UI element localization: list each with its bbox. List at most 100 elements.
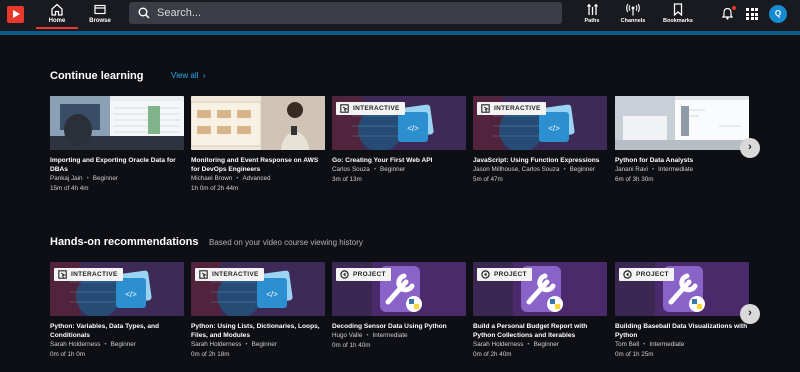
course-progress: 0m of 1h 0m (50, 351, 85, 358)
course-meta: Michael Brown • Advanced (191, 175, 271, 182)
course-thumbnail[interactable] (615, 96, 749, 150)
nav-paths-button[interactable]: Paths (581, 2, 603, 28)
chevron-right-icon: › (202, 71, 206, 80)
course-meta: Sarah Holderness • Beginner (191, 341, 277, 348)
paths-icon (586, 3, 598, 15)
badge-label: INTERACTIVE (71, 271, 118, 278)
course-author: Sarah Holderness (191, 341, 242, 348)
course-meta: Hugo Valle • Intermediate (332, 332, 408, 339)
course-author: Sarah Holderness (473, 341, 524, 348)
course-card[interactable]: PROJECT Decoding Sensor Data Using Python… (332, 262, 466, 372)
separator-dot: • (245, 341, 248, 348)
search-input[interactable] (157, 2, 537, 24)
course-meta: Janani Ravi • Intermediate (615, 166, 693, 173)
course-title[interactable]: Python: Using Lists, Dictionaries, Loops… (191, 322, 325, 340)
interactive-badge-icon (340, 104, 349, 113)
course-author: Sarah Holderness (50, 341, 101, 348)
course-thumbnail[interactable]: </> INTERACTIVE (191, 262, 325, 316)
separator-dot: • (86, 175, 89, 182)
course-progress: 0m of 2h 40m (473, 351, 512, 358)
course-title[interactable]: Building Baseball Data Visualizations wi… (615, 322, 749, 340)
course-card[interactable]: </> INTERACTIVE Python: Variables, Data Ty… (50, 262, 184, 372)
course-meta: Carlos Souza • Beginner (332, 166, 405, 173)
chevron-right-icon: › (748, 141, 752, 153)
course-level: Intermediate (649, 341, 685, 348)
user-avatar[interactable]: Q (769, 5, 787, 23)
course-thumbnail[interactable]: PROJECT (473, 262, 607, 316)
course-title[interactable]: Importing and Exporting Oracle Data for … (50, 156, 184, 174)
header-stripe (0, 31, 800, 35)
carousel-next-button-2[interactable]: › (740, 304, 760, 324)
course-level: Beginner (569, 166, 595, 173)
course-title[interactable]: Build a Personal Budget Report with Pyth… (473, 322, 607, 340)
course-progress: 0m of 1h 40m (332, 342, 371, 349)
project-badge-icon (481, 270, 490, 279)
course-title[interactable]: Python: Variables, Data Types, and Condi… (50, 322, 184, 340)
nav-bookmarks-label: Bookmarks (663, 18, 693, 24)
separator-dot: • (236, 175, 239, 182)
search-bar[interactable] (129, 2, 562, 24)
course-level: Beginner (533, 341, 559, 348)
course-meta: Sarah Holderness • Beginner (473, 341, 559, 348)
course-card[interactable]: PROJECT Building Baseball Data Visualizat… (615, 262, 749, 372)
course-level: Beginner (251, 341, 277, 348)
pluralsight-logo-icon[interactable] (7, 6, 24, 23)
browse-icon (94, 4, 106, 15)
course-author: Janani Ravi (615, 166, 648, 173)
course-card[interactable]: PROJECT Build a Personal Budget Report wi… (473, 262, 607, 372)
nav-browse-button[interactable]: Browse (79, 2, 121, 28)
nav-home-label: Home (48, 18, 66, 24)
separator-dot: • (527, 341, 530, 348)
home-icon (51, 3, 63, 16)
course-title[interactable]: JavaScript: Using Function Expressions (473, 156, 607, 165)
course-progress: 0m of 1h 25m (615, 351, 654, 358)
course-card[interactable]: </> INTERACTIVE JavaScript: Using Function… (473, 96, 607, 206)
channels-icon (626, 3, 640, 16)
course-author: Jason Millhouse, Carlos Souza (473, 166, 560, 173)
course-title[interactable]: Python for Data Analysts (615, 156, 749, 165)
apps-grid-icon[interactable] (746, 8, 758, 20)
bookmark-icon (673, 3, 683, 16)
nav-paths-label: Paths (584, 18, 600, 24)
course-thumbnail[interactable]: PROJECT (615, 262, 749, 316)
course-meta: Jason Millhouse, Carlos Souza • Beginner (473, 166, 595, 173)
svg-text:</>: </> (125, 290, 137, 299)
project-badge-icon (340, 270, 349, 279)
course-type-badge: INTERACTIVE (477, 102, 546, 115)
course-title[interactable]: Go: Creating Your First Web API (332, 156, 466, 165)
course-thumbnail[interactable] (191, 96, 325, 150)
course-progress: 15m of 4h 4m (50, 185, 89, 192)
svg-text:</>: </> (407, 124, 419, 133)
nav-browse-label: Browse (89, 18, 111, 24)
course-card[interactable]: Monitoring and Event Response on AWS for… (191, 96, 325, 206)
course-level: Beginner (380, 166, 406, 173)
course-level: Beginner (110, 341, 136, 348)
course-thumbnail[interactable] (50, 96, 184, 150)
interactive-badge-icon (58, 270, 67, 279)
course-thumbnail[interactable]: </> INTERACTIVE (332, 96, 466, 150)
course-thumbnail[interactable]: </> INTERACTIVE (50, 262, 184, 316)
nav-bookmarks-button[interactable]: Bookmarks (663, 2, 693, 28)
course-progress: 5m of 47m (473, 176, 503, 183)
course-title[interactable]: Decoding Sensor Data Using Python (332, 322, 466, 331)
course-card[interactable]: Importing and Exporting Oracle Data for … (50, 96, 184, 206)
separator-dot: • (563, 166, 566, 173)
nav-home-button[interactable]: Home (36, 2, 78, 28)
course-thumbnail[interactable]: PROJECT (332, 262, 466, 316)
course-card[interactable]: Python for Data Analysts Janani Ravi • Inte… (615, 96, 749, 206)
course-card[interactable]: </> INTERACTIVE Python: Using Lists, Dicti… (191, 262, 325, 372)
notification-dot-icon (732, 6, 736, 10)
course-author: Michael Brown (191, 175, 233, 182)
carousel-next-button[interactable]: › (740, 138, 760, 158)
badge-label: PROJECT (494, 271, 527, 278)
course-card[interactable]: </> INTERACTIVE Go: Creating Your First We… (332, 96, 466, 206)
search-icon (138, 7, 150, 19)
separator-dot: • (104, 341, 107, 348)
nav-channels-button[interactable]: Channels (621, 2, 645, 28)
active-tab-indicator (36, 27, 78, 29)
badge-label: INTERACTIVE (494, 105, 541, 112)
view-all-link[interactable]: View all › (171, 71, 206, 80)
course-type-badge: INTERACTIVE (54, 268, 123, 281)
course-thumbnail[interactable]: </> INTERACTIVE (473, 96, 607, 150)
course-title[interactable]: Monitoring and Event Response on AWS for… (191, 156, 325, 174)
